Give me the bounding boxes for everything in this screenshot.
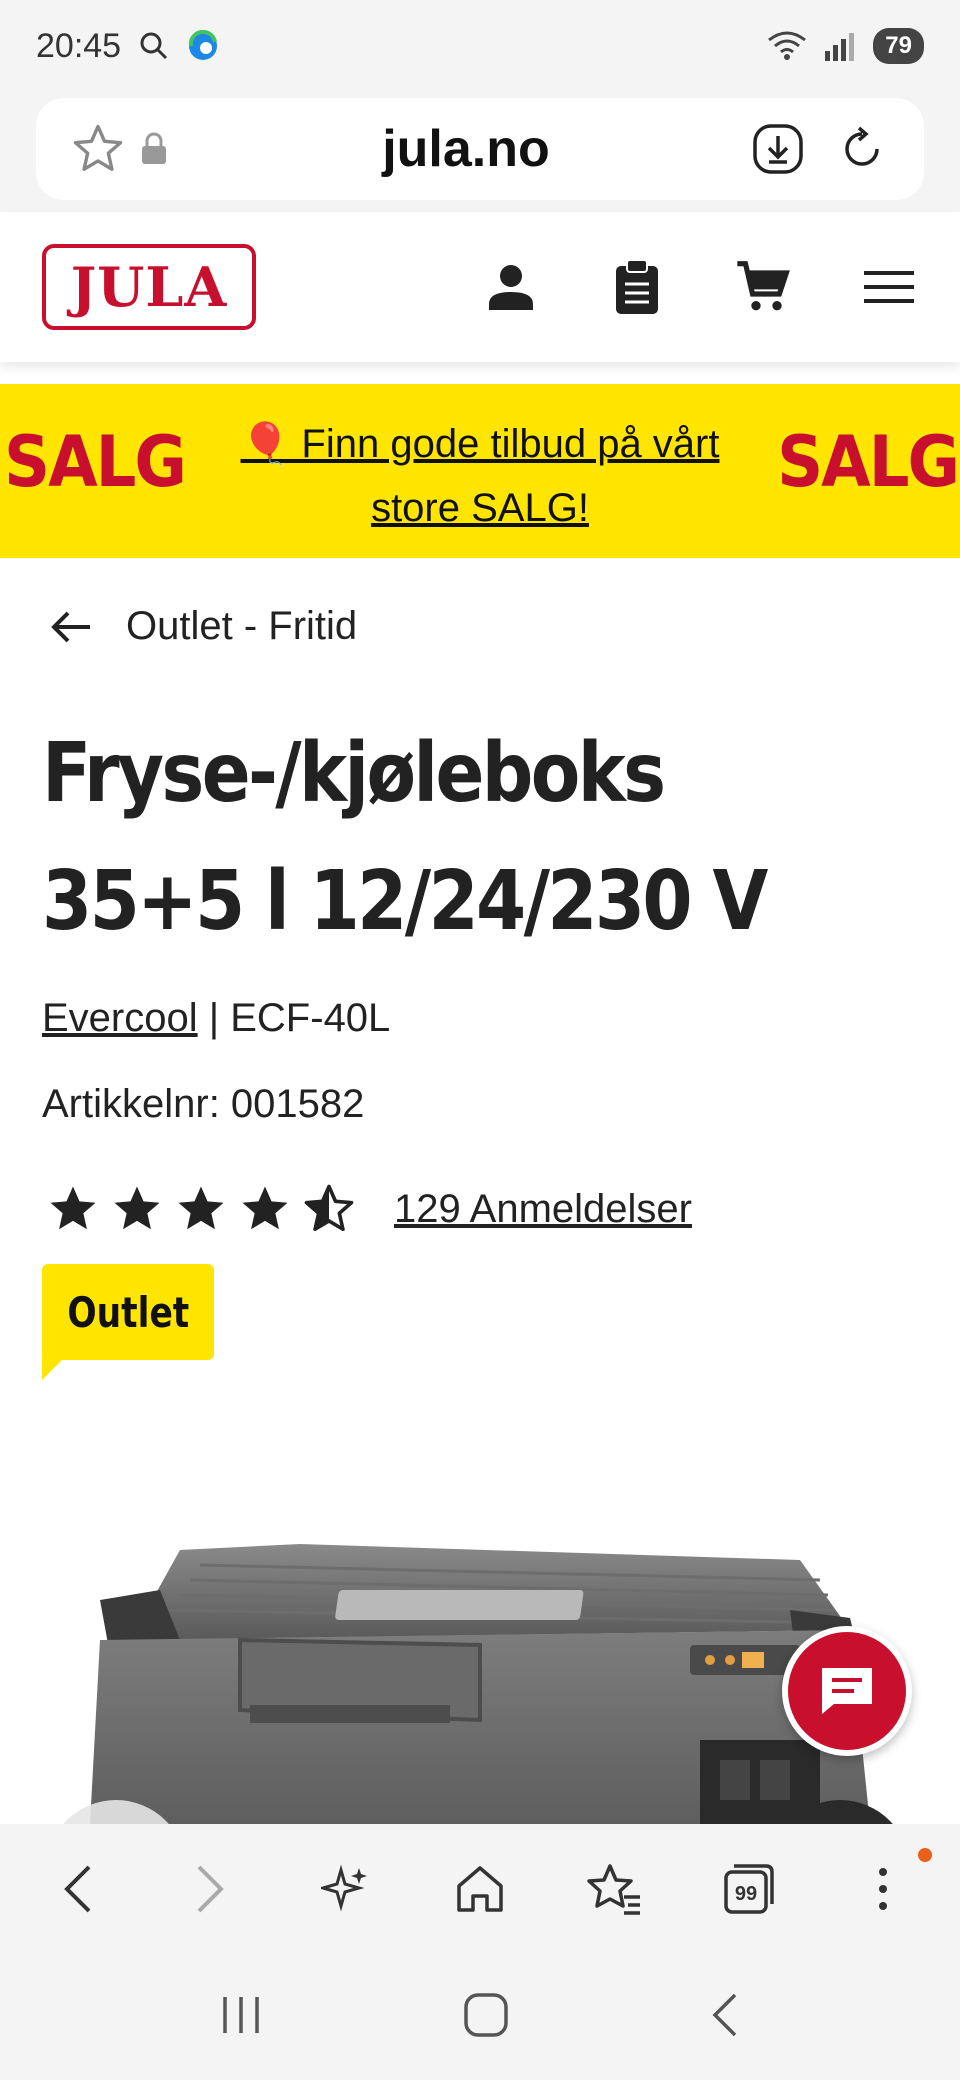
back-icon[interactable] bbox=[42, 1854, 112, 1924]
edge-icon bbox=[188, 30, 218, 60]
sale-label-right: SALG bbox=[777, 422, 960, 504]
signal-icon bbox=[825, 33, 855, 61]
article-number: Artikkelnr: 001582 bbox=[42, 1082, 365, 1126]
star-full-icon bbox=[50, 1186, 96, 1230]
product-image[interactable] bbox=[0, 1440, 960, 1824]
address-bar[interactable]: jula.no bbox=[36, 98, 924, 200]
outlet-badge-label: Outlet bbox=[67, 1287, 189, 1337]
browser-toolbar: 99 bbox=[0, 1824, 960, 1954]
notification-dot bbox=[917, 1848, 932, 1862]
browser-address-area: jula.no bbox=[0, 92, 960, 212]
brand-line: Evercool | ECF-40L bbox=[42, 996, 390, 1041]
status-bar: 20:45 79 bbox=[0, 0, 960, 92]
star-full-icon bbox=[114, 1186, 160, 1230]
sale-banner-link[interactable]: 🎈 Finn gode tilbud på vårt store SALG! bbox=[220, 412, 740, 540]
star-full-icon bbox=[178, 1186, 224, 1230]
recents-icon[interactable] bbox=[219, 1993, 263, 2042]
jula-logo[interactable]: JULA bbox=[42, 244, 256, 330]
battery-indicator: 79 bbox=[873, 28, 924, 64]
system-nav-bar bbox=[0, 1954, 960, 2080]
ai-sparkle-icon[interactable] bbox=[311, 1854, 381, 1924]
tabs-count: 99 bbox=[734, 1883, 756, 1905]
site-header: JULA bbox=[0, 212, 960, 362]
reload-icon[interactable] bbox=[834, 121, 890, 177]
chat-icon bbox=[822, 1668, 872, 1714]
account-icon[interactable] bbox=[482, 258, 540, 316]
product-title: Fryse-/kjøleboks 35+5 l 12/24/230 V bbox=[42, 726, 768, 949]
breadcrumb-label[interactable]: Outlet - Fritid bbox=[126, 604, 357, 649]
menu-icon[interactable] bbox=[860, 258, 918, 316]
status-time: 20:45 bbox=[36, 26, 122, 65]
star-full-icon bbox=[242, 1186, 288, 1230]
search-icon bbox=[140, 32, 168, 60]
chat-button[interactable] bbox=[782, 1626, 912, 1756]
star-half-icon bbox=[304, 1184, 354, 1232]
badge-tail bbox=[42, 1356, 66, 1380]
bookmarks-icon[interactable] bbox=[579, 1854, 649, 1924]
sale-label-left: SALG bbox=[4, 422, 187, 504]
brand-link[interactable]: Evercool bbox=[42, 996, 198, 1040]
cart-icon[interactable] bbox=[734, 258, 792, 316]
more-icon[interactable] bbox=[848, 1848, 932, 1924]
outlet-badge: Outlet bbox=[42, 1264, 214, 1360]
breadcrumb[interactable]: Outlet - Fritid bbox=[50, 604, 357, 649]
wifi-icon bbox=[768, 31, 807, 60]
star-icon[interactable] bbox=[70, 121, 126, 177]
sale-banner[interactable]: SALG 🎈 Finn gode tilbud på vårt store SA… bbox=[0, 384, 960, 558]
back-arrow-icon[interactable] bbox=[50, 609, 92, 645]
model-number: | ECF-40L bbox=[197, 996, 391, 1040]
download-icon[interactable] bbox=[750, 121, 806, 177]
tabs-icon[interactable]: 99 bbox=[714, 1854, 784, 1924]
forward-icon[interactable] bbox=[176, 1854, 246, 1924]
clipboard-icon[interactable] bbox=[608, 258, 666, 316]
url-text[interactable]: jula.no bbox=[182, 119, 750, 179]
reviews-link[interactable]: 129 Anmeldelser bbox=[394, 1187, 692, 1232]
logo-text: JULA bbox=[70, 255, 228, 319]
rating[interactable]: 129 Anmeldelser bbox=[46, 1182, 692, 1236]
home-nav-icon[interactable] bbox=[462, 1991, 510, 2044]
cooler-box-illustration bbox=[63, 1544, 893, 1824]
lock-icon bbox=[126, 121, 182, 177]
home-icon[interactable] bbox=[445, 1854, 515, 1924]
back-nav-icon[interactable] bbox=[709, 1991, 741, 2044]
